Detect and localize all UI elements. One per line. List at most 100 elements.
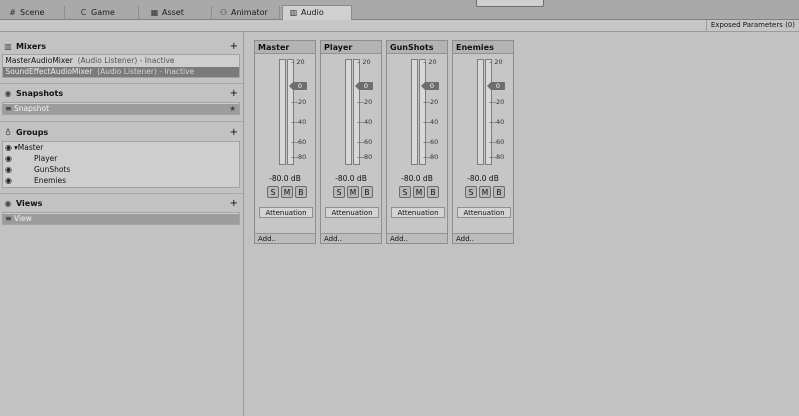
add-view-button[interactable]: + xyxy=(230,197,238,210)
tick-label: -20 xyxy=(493,98,505,106)
volume-scale: – 20 ---20 ---40 ---60 ---80 0 xyxy=(487,59,515,169)
tick-label: -20 xyxy=(427,98,439,106)
tab-animator-label: Animator xyxy=(231,8,268,17)
snapshots-list: ≡ Snapshot ★ xyxy=(2,102,240,115)
level-meter-left xyxy=(279,59,286,165)
scale-tick: ---40 xyxy=(423,119,438,126)
tab-animator[interactable]: ⚇ Animator xyxy=(213,6,280,19)
volume-fader-knob[interactable]: 0 xyxy=(355,82,373,90)
mixer-strips-area: Master – 20 ---20 ---40 ---60 ---80 0 -80.0 dB S… xyxy=(244,32,799,416)
eye-icon[interactable]: ◉ xyxy=(3,143,14,153)
effect-attenuation[interactable]: Attenuation xyxy=(457,207,511,218)
top-toolbar-controls[interactable] xyxy=(476,0,544,7)
mixers-header: ▥ Mixers + xyxy=(3,40,240,53)
add-effect-button[interactable]: Add.. xyxy=(255,233,315,243)
bypass-button[interactable]: B xyxy=(361,186,373,198)
tick-label: -40 xyxy=(295,118,307,126)
eye-icon[interactable]: ◉ xyxy=(3,176,14,186)
tab-audio-mixer[interactable]: ▥Audio Mixer xyxy=(282,5,352,31)
scale-tick: ---20 xyxy=(357,99,372,106)
strip-name[interactable]: Master xyxy=(255,41,315,54)
tick-label: -40 xyxy=(427,118,439,126)
tab-asset-store[interactable]: ▦Asset Store xyxy=(144,6,212,30)
tick-label: -60 xyxy=(493,138,505,146)
mixer-icon: ▥ xyxy=(4,42,12,51)
eye-icon[interactable]: ◉ xyxy=(3,154,14,164)
mixer-name: MasterAudioMixer xyxy=(5,56,73,65)
bypass-button[interactable]: B xyxy=(493,186,505,198)
volume-fader-knob[interactable]: 0 xyxy=(289,82,307,90)
mute-button[interactable]: M xyxy=(347,186,359,198)
camera-icon: ◉ xyxy=(4,89,12,98)
effect-attenuation[interactable]: Attenuation xyxy=(259,207,313,218)
scale-tick: ---80 xyxy=(489,154,504,161)
volume-fader-knob[interactable]: 0 xyxy=(421,82,439,90)
tick-label: -40 xyxy=(493,118,505,126)
scale-tick: ---20 xyxy=(291,99,306,106)
group-item-gunshots[interactable]: ◉ GunShots xyxy=(3,165,239,175)
channel-strip[interactable]: GunShots – 20 ---20 ---40 ---60 ---80 0 -80.0 d… xyxy=(386,40,448,244)
level-meter-left xyxy=(345,59,352,165)
group-name: GunShots xyxy=(34,165,71,174)
channel-strip[interactable]: Enemies – 20 ---20 ---40 ---60 ---80 0 -80.0 dB… xyxy=(452,40,514,244)
animator-icon: ⚇ xyxy=(219,8,228,17)
tab-scene[interactable]: # Scene xyxy=(2,6,65,19)
asset-store-icon: ▦ xyxy=(150,8,159,17)
tick-label: -80 xyxy=(361,153,373,161)
add-snapshot-button[interactable]: + xyxy=(230,87,238,100)
effect-attenuation[interactable]: Attenuation xyxy=(325,207,379,218)
scale-tick: ---60 xyxy=(291,139,306,146)
solo-button[interactable]: S xyxy=(267,186,279,198)
view-item[interactable]: ≡ View xyxy=(3,214,239,224)
solo-button[interactable]: S xyxy=(399,186,411,198)
volume-scale: – 20 ---20 ---40 ---60 ---80 0 xyxy=(289,59,317,169)
add-effect-button[interactable]: Add.. xyxy=(321,233,381,243)
eye-icon[interactable]: ◉ xyxy=(3,165,14,175)
solo-button[interactable]: S xyxy=(333,186,345,198)
groups-icon: ♁ xyxy=(5,128,11,137)
tab-game[interactable]: C Game xyxy=(73,6,139,19)
mute-button[interactable]: M xyxy=(413,186,425,198)
group-item-player[interactable]: ◉ Player xyxy=(3,154,239,164)
mixer-item-master[interactable]: MasterAudioMixer (Audio Listener) - Inac… xyxy=(3,56,239,66)
level-readout: -80.0 dB xyxy=(269,174,301,183)
channel-strip[interactable]: Master – 20 ---20 ---40 ---60 ---80 0 -80.0 dB S… xyxy=(254,40,316,244)
level-readout: -80.0 dB xyxy=(467,174,499,183)
exposed-parameters-button[interactable]: Exposed Parameters (0) xyxy=(705,20,799,31)
strip-name[interactable]: Player xyxy=(321,41,381,54)
scale-tick: – 20 xyxy=(357,59,371,66)
volume-scale: – 20 ---20 ---40 ---60 ---80 0 xyxy=(421,58,449,169)
tick-label: 20 xyxy=(428,58,437,66)
bypass-button[interactable]: B xyxy=(295,186,307,198)
mute-button[interactable]: M xyxy=(479,186,491,198)
mixer-status: (Audio Listener) - Inactive xyxy=(77,56,175,65)
solo-button[interactable]: S xyxy=(465,186,477,198)
star-icon[interactable]: ★ xyxy=(229,104,236,114)
groups-title: Groups xyxy=(16,128,49,137)
add-effect-button[interactable]: Add.. xyxy=(387,233,447,243)
add-effect-button[interactable]: Add.. xyxy=(453,233,513,243)
add-group-button[interactable]: + xyxy=(230,126,238,139)
bypass-button[interactable]: B xyxy=(427,186,439,198)
mixer-toolbar: Exposed Parameters (0) xyxy=(0,20,799,32)
scale-tick: ---40 xyxy=(357,119,372,126)
volume-fader-knob[interactable]: 0 xyxy=(487,82,505,90)
mute-button[interactable]: M xyxy=(281,186,293,198)
groups-header: ♁ Groups + xyxy=(3,126,240,139)
tick-label: -60 xyxy=(295,138,307,146)
effect-attenuation[interactable]: Attenuation xyxy=(391,207,445,218)
scale-tick: ---80 xyxy=(423,154,438,161)
group-item-master[interactable]: ◉ ▾Master xyxy=(3,143,239,153)
add-mixer-button[interactable]: + xyxy=(230,40,238,53)
group-name: Player xyxy=(34,154,58,163)
strip-name[interactable]: GunShots xyxy=(387,41,447,54)
game-icon: C xyxy=(80,8,87,17)
list-lines-icon: ≡ xyxy=(5,104,12,113)
divider xyxy=(0,121,243,122)
mixer-item-soundeffect[interactable]: SoundEffectAudioMixer (Audio Listener) -… xyxy=(3,67,239,77)
group-item-enemies[interactable]: ◉ Enemies xyxy=(3,176,239,186)
channel-strip[interactable]: Player – 20 ---20 ---40 ---60 ---80 0 -80.0 dB S… xyxy=(320,40,382,244)
snapshot-item[interactable]: ≡ Snapshot ★ xyxy=(3,104,239,114)
strip-name[interactable]: Enemies xyxy=(453,41,513,54)
snapshots-header: ◉ Snapshots + xyxy=(3,87,240,100)
